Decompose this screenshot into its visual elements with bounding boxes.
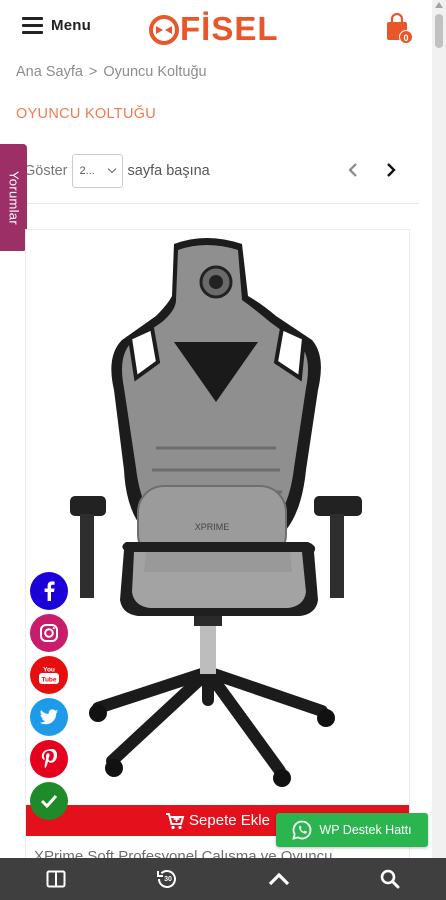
divider <box>24 203 419 204</box>
hamburger-icon <box>22 17 43 34</box>
check-button[interactable] <box>30 782 68 820</box>
cart-icon <box>166 812 185 829</box>
page: Menu FİSEL 0 Ana Sayfa > Oyuncu Koltuğu … <box>0 0 446 900</box>
svg-text:30: 30 <box>164 876 172 883</box>
per-page-value: 2... <box>79 165 95 177</box>
xprime-pillow-logo: XPRIME <box>195 522 230 532</box>
history-icon: 30 <box>157 870 177 888</box>
logo-bowtie-icon <box>156 25 172 34</box>
bottom-nav-bar: 30 <box>0 858 446 900</box>
pager <box>346 160 398 180</box>
pinterest-icon <box>41 749 57 769</box>
breadcrumb-home-link[interactable]: Ana Sayfa <box>16 64 83 80</box>
chevron-left-icon <box>348 163 357 177</box>
cart-button[interactable]: 0 <box>385 12 413 44</box>
prev-page-button[interactable] <box>346 160 360 180</box>
instagram-button[interactable] <box>30 614 68 652</box>
menu-label: Menu <box>51 17 91 34</box>
whatsapp-label: WP Destek Hattı <box>319 823 412 837</box>
whatsapp-icon <box>292 820 312 840</box>
product-card[interactable]: XPRIME Sepete Ekle XPrime Soft Profesyon… <box>25 229 410 869</box>
page-title: OYUNCU KOLTUĞU <box>16 106 157 122</box>
chevron-down-icon <box>107 164 116 174</box>
scroll-thumb[interactable] <box>435 14 443 48</box>
pinterest-button[interactable] <box>30 740 68 778</box>
chevron-right-icon <box>387 163 396 177</box>
reviews-tab-label: Yorumlar <box>6 170 21 225</box>
breadcrumb-current-link[interactable]: Oyuncu Koltuğu <box>103 64 206 80</box>
instagram-icon <box>40 624 58 642</box>
header: Menu FİSEL 0 <box>0 0 446 58</box>
listing-toolbar: Göster 2... sayfa başına <box>24 152 410 190</box>
per-page-suffix: sayfa başına <box>127 163 210 179</box>
scrollbar[interactable] <box>432 0 446 866</box>
twitter-button[interactable] <box>30 698 68 736</box>
product-image[interactable]: XPRIME <box>26 230 409 806</box>
svg-text:Tube: Tube <box>41 677 56 684</box>
breadcrumb-separator: > <box>88 64 98 80</box>
menu-button[interactable]: Menu <box>22 17 91 34</box>
chevron-up-icon <box>268 872 289 886</box>
check-icon <box>40 794 58 808</box>
bottom-columns-button[interactable] <box>0 858 112 900</box>
show-label: Göster <box>24 163 68 179</box>
per-page-select[interactable]: 2... <box>71 154 123 188</box>
logo-text: FİSEL <box>180 10 279 47</box>
scroll-up-arrow[interactable] <box>435 2 443 8</box>
youtube-icon: Tube You <box>39 667 59 684</box>
facebook-icon <box>44 581 55 601</box>
twitter-icon <box>39 708 59 724</box>
cart-count-badge: 0 <box>399 30 413 44</box>
add-to-cart-label: Sepete Ekle <box>189 812 270 829</box>
logo[interactable]: FİSEL <box>149 12 279 45</box>
social-share-bar: Tube You <box>30 572 68 820</box>
bottom-search-button[interactable] <box>335 858 446 900</box>
columns-icon <box>46 870 66 888</box>
whatsapp-support-button[interactable]: WP Destek Hattı <box>276 813 428 847</box>
facebook-button[interactable] <box>30 572 68 610</box>
svg-text:You: You <box>43 667 55 674</box>
youtube-button[interactable]: Tube You <box>30 656 68 694</box>
bottom-history-button[interactable]: 30 <box>112 858 224 900</box>
next-page-button[interactable] <box>384 160 398 180</box>
bottom-scroll-top-button[interactable] <box>223 858 335 900</box>
search-icon <box>380 869 400 889</box>
logo-mark <box>149 14 179 45</box>
breadcrumb: Ana Sayfa > Oyuncu Koltuğu <box>16 64 207 80</box>
reviews-side-tab[interactable]: Yorumlar <box>0 144 27 251</box>
